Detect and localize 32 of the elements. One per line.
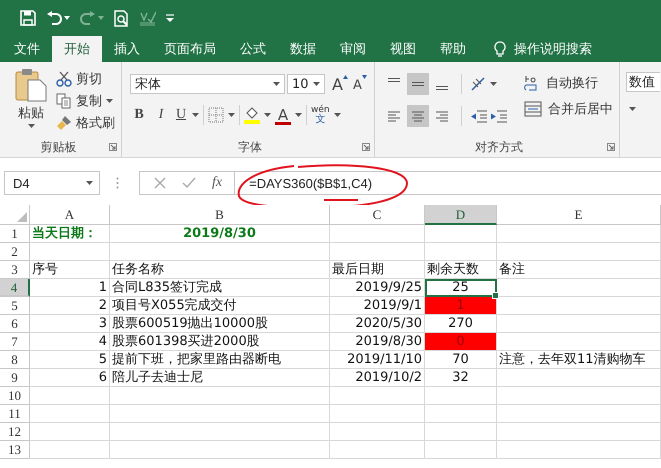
table-cell: 股票600519抛出10000股 [110,315,330,333]
group-label: 字体 [238,138,262,156]
table-cell: 备注 [497,261,661,279]
group-label: 剪贴板 [40,138,76,156]
table-cell: 提前下班，把家里路由器断电 [110,351,330,369]
table-cell: 最后日期 [330,261,425,279]
table-cell: 1 [425,297,497,315]
table-cell: 2019/10/2 [330,369,425,387]
table-cell: 2 [30,297,110,315]
table-cell: 2020/5/30 [330,315,425,333]
table-cell: 股票601398买进2000股 [110,333,330,351]
table-cell: 2019/8/30 [110,225,330,243]
table-cell: 6 [30,369,110,387]
table-cell: 25 [425,279,497,297]
table-cell: 注意，去年双11清购物车 [497,351,661,369]
table-cell: 合同L835签订完成 [110,279,330,297]
table-cell: 2019/11/10 [330,351,425,369]
table-cell: 项目号X055完成交付 [110,297,330,315]
table-cell: 剩余天数 [425,261,497,279]
table-cell: 5 [30,351,110,369]
table-cell: 当天日期： [30,225,110,243]
table-cell: 序号 [30,261,110,279]
group-label: 对齐方式 [475,138,523,156]
table-cell: 32 [425,369,497,387]
table-cell: 任务名称 [110,261,330,279]
table-cell: 陪儿子去迪士尼 [110,369,330,387]
table-cell: 3 [30,315,110,333]
table-cell: 70 [425,351,497,369]
table-cell: 0 [425,333,497,351]
table-cell: 4 [30,333,110,351]
table-cell: 2019/9/25 [330,279,425,297]
table-cell: 1 [30,279,110,297]
